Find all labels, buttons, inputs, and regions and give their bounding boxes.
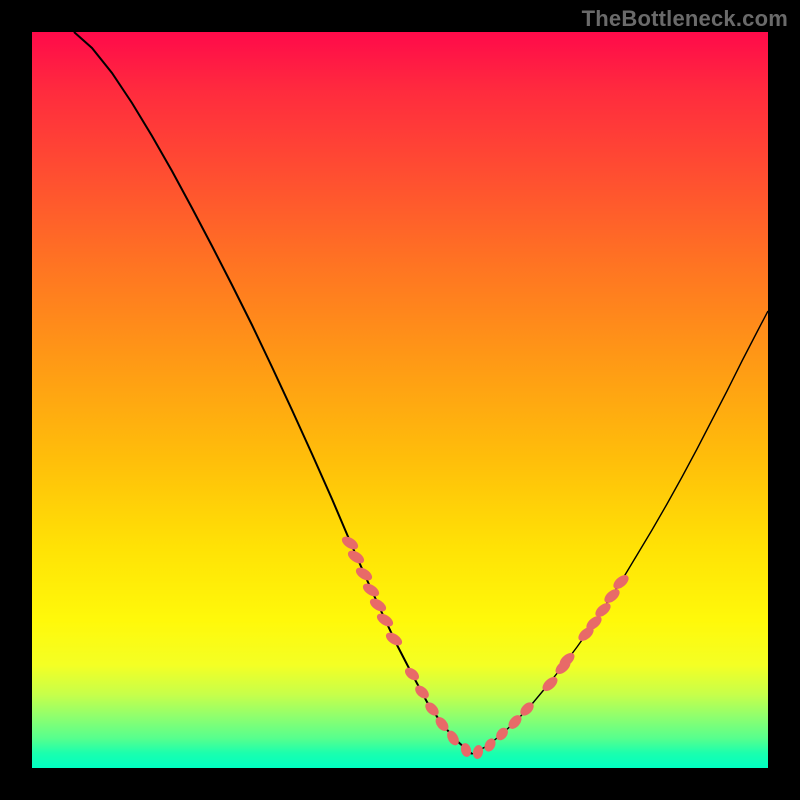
marker-7 [403, 665, 422, 683]
curve-right-branch [472, 311, 768, 754]
marker-2 [354, 565, 375, 583]
marker-4 [368, 596, 389, 614]
marker-25 [611, 572, 631, 591]
watermark-text: TheBottleneck.com [582, 6, 788, 32]
chart-svg [32, 32, 768, 768]
marker-1 [346, 548, 367, 566]
marker-6 [384, 630, 405, 648]
marker-3 [361, 581, 382, 599]
marker-24 [602, 586, 622, 605]
plot-area [32, 32, 768, 768]
marker-9 [423, 700, 441, 718]
marker-13 [472, 744, 484, 760]
marker-5 [375, 611, 396, 629]
chart-frame: TheBottleneck.com [0, 0, 800, 800]
curve-left-branch [74, 32, 472, 754]
marker-11 [445, 729, 462, 748]
marker-8 [413, 683, 432, 701]
marker-0 [340, 534, 361, 552]
